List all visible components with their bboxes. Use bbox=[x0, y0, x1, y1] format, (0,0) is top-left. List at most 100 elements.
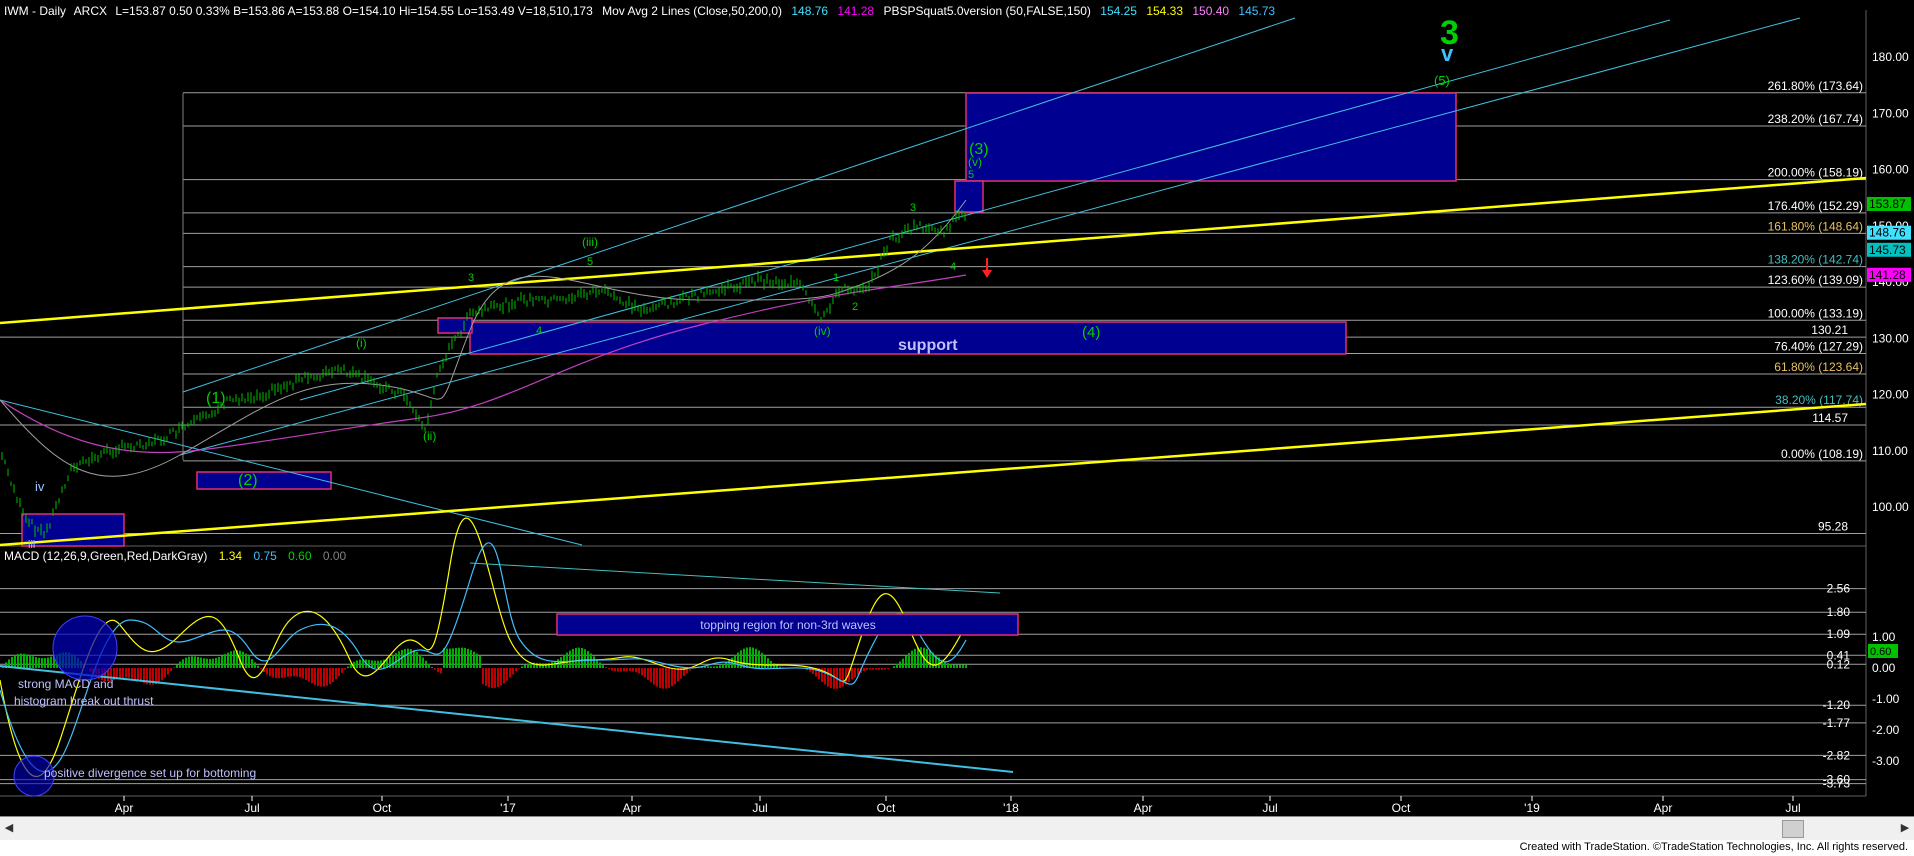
macd-hist-bar bbox=[446, 648, 448, 668]
macd-hist-bar bbox=[659, 668, 661, 688]
macd-hist-bar bbox=[245, 653, 247, 668]
macd-hist-bar bbox=[254, 662, 256, 668]
macd-hist-bar bbox=[215, 658, 217, 668]
macd-hist-bar bbox=[473, 651, 475, 668]
macd-hist-bar bbox=[905, 655, 907, 668]
time-label-10: Oct bbox=[1392, 801, 1411, 815]
header-ma-50: 148.76 bbox=[791, 4, 828, 18]
macd-header: MACD (12,26,9,Green,Red,DarkGray) bbox=[4, 549, 207, 563]
macd-level-label-2: 1.09 bbox=[1827, 627, 1851, 641]
macd-hist-bar bbox=[851, 668, 853, 680]
fib-label-0: 261.80% (173.64) bbox=[1768, 79, 1863, 93]
price-tick-1: 170.00 bbox=[1872, 106, 1909, 120]
price-level-label-1: 114.57 bbox=[1812, 411, 1848, 425]
macd-hist-bar bbox=[896, 664, 898, 668]
macd-hist-bar bbox=[944, 661, 946, 668]
macd-hist-bar bbox=[611, 668, 613, 671]
macd-badge: 0.60 bbox=[1870, 646, 1891, 658]
macd-hist-bar bbox=[422, 657, 424, 668]
horizontal-scrollbar[interactable]: ◀ ▶ bbox=[0, 816, 1914, 841]
macd-hist-bar bbox=[575, 647, 577, 668]
macd-hist-bar bbox=[722, 664, 724, 668]
macd-hist-bar bbox=[644, 668, 646, 678]
macd-hist-bar bbox=[884, 668, 886, 670]
macd-hist-bar bbox=[965, 664, 967, 668]
macd-hist-bar bbox=[893, 666, 895, 668]
macd-hist-bar bbox=[572, 648, 574, 668]
macd-tick-2: -1.00 bbox=[1872, 692, 1900, 706]
wave-label-3-b: 3 bbox=[468, 272, 474, 284]
macd-level-label-1: 1.80 bbox=[1827, 605, 1851, 619]
macd-level-label-6: -1.77 bbox=[1823, 716, 1851, 730]
macd-hist-bar bbox=[377, 660, 379, 668]
macd-breakout-circle bbox=[52, 615, 118, 681]
macd-level-label-7: -2.82 bbox=[1823, 748, 1851, 762]
macd-hist-bar bbox=[284, 668, 286, 678]
macd-hist-bar bbox=[758, 650, 760, 668]
fib-label-1: 238.20% (167.74) bbox=[1768, 112, 1863, 126]
macd-hist-bar bbox=[491, 668, 493, 688]
macd-hist-bar bbox=[515, 668, 517, 672]
macd-hist-bar bbox=[395, 653, 397, 668]
macd-hist-bar bbox=[401, 649, 403, 668]
macd-hist-bar bbox=[20, 653, 22, 668]
macd-hist-bar bbox=[308, 668, 310, 682]
macd-tick-4: -3.00 bbox=[1872, 754, 1900, 768]
macd-hist-bar bbox=[668, 668, 670, 688]
scroll-right-icon[interactable]: ▶ bbox=[1898, 821, 1912, 835]
macd-hist-bar bbox=[548, 662, 550, 668]
macd-hist-bar bbox=[461, 647, 463, 668]
macd-hist-bar bbox=[854, 668, 856, 677]
support-label: support bbox=[898, 337, 958, 354]
macd-hist-bar bbox=[914, 648, 916, 668]
macd-hist-bar bbox=[32, 656, 34, 668]
macd-hist-bar bbox=[578, 647, 580, 668]
macd-hist-bar bbox=[164, 668, 166, 678]
macd-hist-bar bbox=[593, 656, 595, 668]
macd-note-line1: strong MACD and bbox=[18, 677, 113, 691]
macd-hist-bar bbox=[824, 668, 826, 685]
macd-hist-bar bbox=[119, 668, 121, 679]
copyright-text: Created with TradeStation. ©TradeStation… bbox=[1519, 841, 1908, 853]
macd-hist-bar bbox=[50, 656, 52, 668]
header-symbol: IWM - Daily bbox=[4, 4, 66, 18]
macd-hist-bar bbox=[329, 668, 331, 685]
price-badge-3: 141.28 bbox=[1869, 268, 1906, 282]
macd-hist-bar bbox=[488, 668, 490, 688]
macd-level-label-5: -1.20 bbox=[1823, 698, 1851, 712]
scroll-left-icon[interactable]: ◀ bbox=[2, 821, 16, 835]
macd-hist-bar bbox=[776, 665, 778, 668]
time-label-12: Apr bbox=[1654, 801, 1673, 815]
macd-tick-0: 1.00 bbox=[1872, 630, 1896, 644]
wave-label-ii: (ii) bbox=[423, 429, 436, 443]
macd-hist-bar bbox=[35, 657, 37, 668]
macd-hist-bar bbox=[635, 668, 637, 673]
macd-hist-bar bbox=[392, 655, 394, 668]
macd-hist-bar bbox=[179, 661, 181, 668]
macd-hist-bar bbox=[638, 668, 640, 674]
price-tick-5: 130.00 bbox=[1872, 331, 1909, 345]
macd-hist-bar bbox=[887, 668, 889, 670]
macd-hist-bar bbox=[713, 666, 715, 668]
macd-hist-bar bbox=[185, 657, 187, 668]
time-label-1: Jul bbox=[244, 801, 259, 815]
macd-hist-bar bbox=[344, 668, 346, 670]
macd-hist-bar bbox=[338, 668, 340, 677]
scroll-thumb[interactable] bbox=[1782, 820, 1804, 838]
macd-hist-bar bbox=[677, 668, 679, 682]
header-study-4: 145.73 bbox=[1238, 4, 1275, 18]
macd-value-4: 0.00 bbox=[323, 549, 347, 563]
macd-hist-bar bbox=[875, 668, 877, 670]
fib-label-8: 76.40% (127.29) bbox=[1774, 339, 1863, 353]
macd-hist-bar bbox=[176, 664, 178, 668]
macd-hist-bar bbox=[467, 648, 469, 668]
macd-hist-bar bbox=[194, 656, 196, 668]
macd-hist-bar bbox=[266, 668, 268, 675]
macd-hist-bar bbox=[305, 668, 307, 680]
macd-hist-bar bbox=[830, 668, 832, 689]
macd-level-label-9: -3.60 bbox=[1823, 773, 1851, 787]
macd-hist-bar bbox=[200, 657, 202, 668]
macd-hist-bar bbox=[512, 668, 514, 675]
time-label-13: Jul bbox=[1785, 801, 1800, 815]
macd-hist-bar bbox=[221, 655, 223, 668]
